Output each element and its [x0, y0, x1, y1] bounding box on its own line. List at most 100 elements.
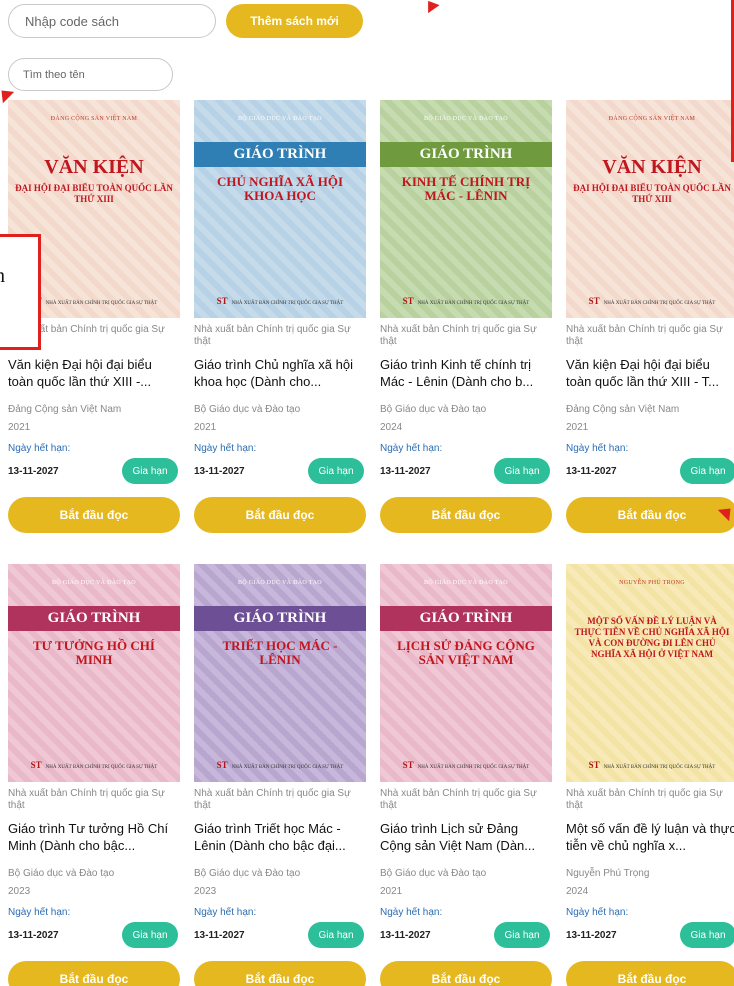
book-author: Bộ Giáo dục và Đào tạo [194, 404, 301, 415]
book-publisher: Nhà xuất bản Chính trị quốc gia Sự thật [194, 788, 351, 811]
cover-footer-text: NHÀ XUẤT BẢN CHÍNH TRỊ QUỐC GIA SỰ THẬT [45, 301, 158, 306]
cover-banner: GIÁO TRÌNH [380, 142, 552, 167]
book-publisher: Nhà xuất bản Chính trị quốc gia Sự thật [380, 788, 537, 811]
expiry-date: 13-11-2027 [566, 930, 617, 941]
book-year: 2024 [566, 886, 589, 897]
expiry-date: 13-11-2027 [8, 466, 59, 477]
book-title[interactable]: Giáo trình Tư tưởng Hồ Chí Minh (Dành ch… [8, 820, 180, 854]
expiry-date: 13-11-2027 [8, 930, 59, 941]
book-publisher: Nhà xuất bản Chính trị quốc gia Sự thật [566, 324, 723, 347]
start-reading-button[interactable]: Bắt đầu đọc [8, 497, 180, 533]
cover-title: MỘT SỐ VẤN ĐỀ LÝ LUẬN VÀ THỰC TIỄN VỀ CH… [574, 616, 730, 659]
book-title[interactable]: Giáo trình Lịch sử Đảng Cộng sản Việt Na… [380, 820, 552, 854]
renew-button[interactable]: Gia hạn [680, 458, 734, 484]
book-year: 2023 [8, 886, 31, 897]
publisher-logo-icon: ST [588, 296, 600, 306]
cover-footer-text: NHÀ XUẤT BẢN CHÍNH TRỊ QUỐC GIA SỰ THẬT [603, 301, 716, 306]
cover-title: KINH TẾ CHÍNH TRỊ MÁC - LÊNIN [401, 174, 531, 203]
cover-footer: STNHÀ XUẤT BẢN CHÍNH TRỊ QUỐC GIA SỰ THẬ… [194, 296, 366, 306]
book-title[interactable]: Giáo trình Chủ nghĩa xã hội khoa học (Dà… [194, 356, 366, 390]
start-reading-button[interactable]: Bắt đầu đọc [566, 961, 734, 986]
book-cover[interactable]: ĐẢNG CỘNG SẢN VIỆT NAM VĂN KIỆN ĐẠI HỘI ĐẠ… [566, 100, 734, 318]
renew-button[interactable]: Gia hạn [308, 458, 364, 484]
book-title[interactable]: Văn kiện Đại hội đại biểu toàn quốc lần … [566, 356, 734, 390]
annotation-text: n [0, 265, 5, 287]
book-author: Bộ Giáo dục và Đào tạo [380, 868, 487, 879]
publisher-logo-icon: ST [216, 296, 228, 306]
cover-top-text: BỘ GIÁO DỤC VÀ ĐÀO TẠO [52, 580, 136, 586]
start-reading-button[interactable]: Bắt đầu đọc [380, 497, 552, 533]
cover-footer: STNHÀ XUẤT BẢN CHÍNH TRỊ QUỐC GIA SỰ THẬ… [380, 760, 552, 770]
cover-title: TƯ TƯỞNG HỒ CHÍ MINH [33, 638, 155, 667]
book-author: Bộ Giáo dục và Đào tạo [194, 868, 301, 879]
book-grid: ĐẢNG CỘNG SẢN VIỆT NAM VĂN KIỆN ĐẠI HỘI ĐẠ… [0, 0, 734, 986]
cover-footer: STNHÀ XUẤT BẢN CHÍNH TRỊ QUỐC GIA SỰ THẬ… [380, 296, 552, 306]
expiry-label: Ngày hết hạn: [8, 907, 71, 918]
expiry-label: Ngày hết hạn: [380, 907, 443, 918]
cover-banner: GIÁO TRÌNH [194, 142, 366, 167]
cover-footer: STNHÀ XUẤT BẢN CHÍNH TRỊ QUỐC GIA SỰ THẬ… [8, 760, 180, 770]
book-publisher: Nhà xuất bản Chính trị quốc gia Sự thật [566, 788, 723, 811]
cover-footer-text: NHÀ XUẤT BẢN CHÍNH TRỊ QUỐC GIA SỰ THẬT [417, 765, 530, 770]
cover-footer: STNHÀ XUẤT BẢN CHÍNH TRỊ QUỐC GIA SỰ THẬ… [566, 296, 734, 306]
renew-button[interactable]: Gia hạn [122, 922, 178, 948]
book-cover[interactable]: BỘ GIÁO DỤC VÀ ĐÀO TẠO GIÁO TRÌNH LỊCH SỬ … [380, 564, 552, 782]
cover-title: VĂN KIỆN [44, 156, 144, 178]
renew-button[interactable]: Gia hạn [122, 458, 178, 484]
cover-banner: GIÁO TRÌNH [380, 606, 552, 631]
book-cover[interactable]: NGUYỄN PHÚ TRỌNG MỘT SỐ VẤN ĐỀ LÝ LUẬN VÀ… [566, 564, 734, 782]
cover-top-text: BỘ GIÁO DỤC VÀ ĐÀO TẠO [424, 116, 508, 122]
cover-footer-text: NHÀ XUẤT BẢN CHÍNH TRỊ QUỐC GIA SỰ THẬT [231, 765, 344, 770]
cover-footer-text: NHÀ XUẤT BẢN CHÍNH TRỊ QUỐC GIA SỰ THẬT [231, 301, 344, 306]
book-year: 2023 [194, 886, 217, 897]
book-author: Bộ Giáo dục và Đào tạo [8, 868, 115, 879]
book-cover[interactable]: BỘ GIÁO DỤC VÀ ĐÀO TẠO GIÁO TRÌNH CHỦ NGHĨ… [194, 100, 366, 318]
cover-footer-text: NHÀ XUẤT BẢN CHÍNH TRỊ QUỐC GIA SỰ THẬT [45, 765, 158, 770]
cover-footer: STNHÀ XUẤT BẢN CHÍNH TRỊ QUỐC GIA SỰ THẬ… [194, 760, 366, 770]
cover-top-text: BỘ GIÁO DỤC VÀ ĐÀO TẠO [238, 580, 322, 586]
book-year: 2021 [194, 422, 217, 433]
cover-subtitle: ĐẠI HỘI ĐẠI BIỂU TOÀN QUỐC LẦN THỨ XIII [573, 183, 731, 204]
cover-title: TRIẾT HỌC MÁC - LÊNIN [222, 638, 338, 667]
cover-banner: GIÁO TRÌNH [194, 606, 366, 631]
start-reading-button[interactable]: Bắt đầu đọc [194, 961, 366, 986]
cover-top-text: ĐẢNG CỘNG SẢN VIỆT NAM [608, 116, 696, 122]
book-year: 2024 [380, 422, 403, 433]
book-cover[interactable]: BỘ GIÁO DỤC VÀ ĐÀO TẠO GIÁO TRÌNH KINH TẾ … [380, 100, 552, 318]
book-title[interactable]: Giáo trình Triết học Mác - Lênin (Dành c… [194, 820, 366, 854]
expiry-label: Ngày hết hạn: [566, 443, 629, 454]
renew-button[interactable]: Gia hạn [680, 922, 734, 948]
cover-subtitle: ĐẠI HỘI ĐẠI BIỂU TOÀN QUỐC LẦN THỨ XIII [15, 183, 173, 204]
publisher-logo-icon: ST [216, 760, 228, 770]
book-year: 2021 [8, 422, 31, 433]
expiry-label: Ngày hết hạn: [194, 907, 257, 918]
renew-button[interactable]: Gia hạn [494, 458, 550, 484]
renew-button[interactable]: Gia hạn [308, 922, 364, 948]
book-year: 2021 [566, 422, 589, 433]
annotation-box: n [0, 234, 41, 350]
expiry-date: 13-11-2027 [194, 930, 245, 941]
book-author: Nguyễn Phú Trọng [566, 868, 650, 879]
start-reading-button[interactable]: Bắt đầu đọc [8, 961, 180, 986]
book-year: 2021 [380, 886, 403, 897]
cover-footer: STNHÀ XUẤT BẢN CHÍNH TRỊ QUỐC GIA SỰ THẬ… [566, 760, 734, 770]
expiry-label: Ngày hết hạn: [380, 443, 443, 454]
start-reading-button[interactable]: Bắt đầu đọc [566, 497, 734, 533]
book-cover[interactable]: BỘ GIÁO DỤC VÀ ĐÀO TẠO GIÁO TRÌNH TƯ TƯỞNG… [8, 564, 180, 782]
expiry-label: Ngày hết hạn: [8, 443, 71, 454]
book-title[interactable]: Văn kiện Đại hội đại biểu toàn quốc lần … [8, 356, 180, 390]
renew-button[interactable]: Gia hạn [494, 922, 550, 948]
book-cover[interactable]: BỘ GIÁO DỤC VÀ ĐÀO TẠO GIÁO TRÌNH TRIẾT HỌ… [194, 564, 366, 782]
cover-top-text: BỘ GIÁO DỤC VÀ ĐÀO TẠO [238, 116, 322, 122]
publisher-logo-icon: ST [30, 760, 42, 770]
start-reading-button[interactable]: Bắt đầu đọc [194, 497, 366, 533]
cover-title: CHỦ NGHĨA XÃ HỘI KHOA HỌC [216, 174, 344, 203]
publisher-logo-icon: ST [402, 296, 414, 306]
book-author: Đảng Cộng sản Việt Nam [566, 404, 680, 415]
book-author: Bộ Giáo dục và Đào tạo [380, 404, 487, 415]
start-reading-button[interactable]: Bắt đầu đọc [380, 961, 552, 986]
book-title[interactable]: Giáo trình Kinh tế chính trị Mác - Lênin… [380, 356, 552, 390]
book-title[interactable]: Một số vấn đề lý luận và thực tiễn về ch… [566, 820, 734, 854]
cover-title: LỊCH SỬ ĐẢNG CỘNG SẢN VIỆT NAM [397, 638, 535, 667]
expiry-label: Ngày hết hạn: [194, 443, 257, 454]
